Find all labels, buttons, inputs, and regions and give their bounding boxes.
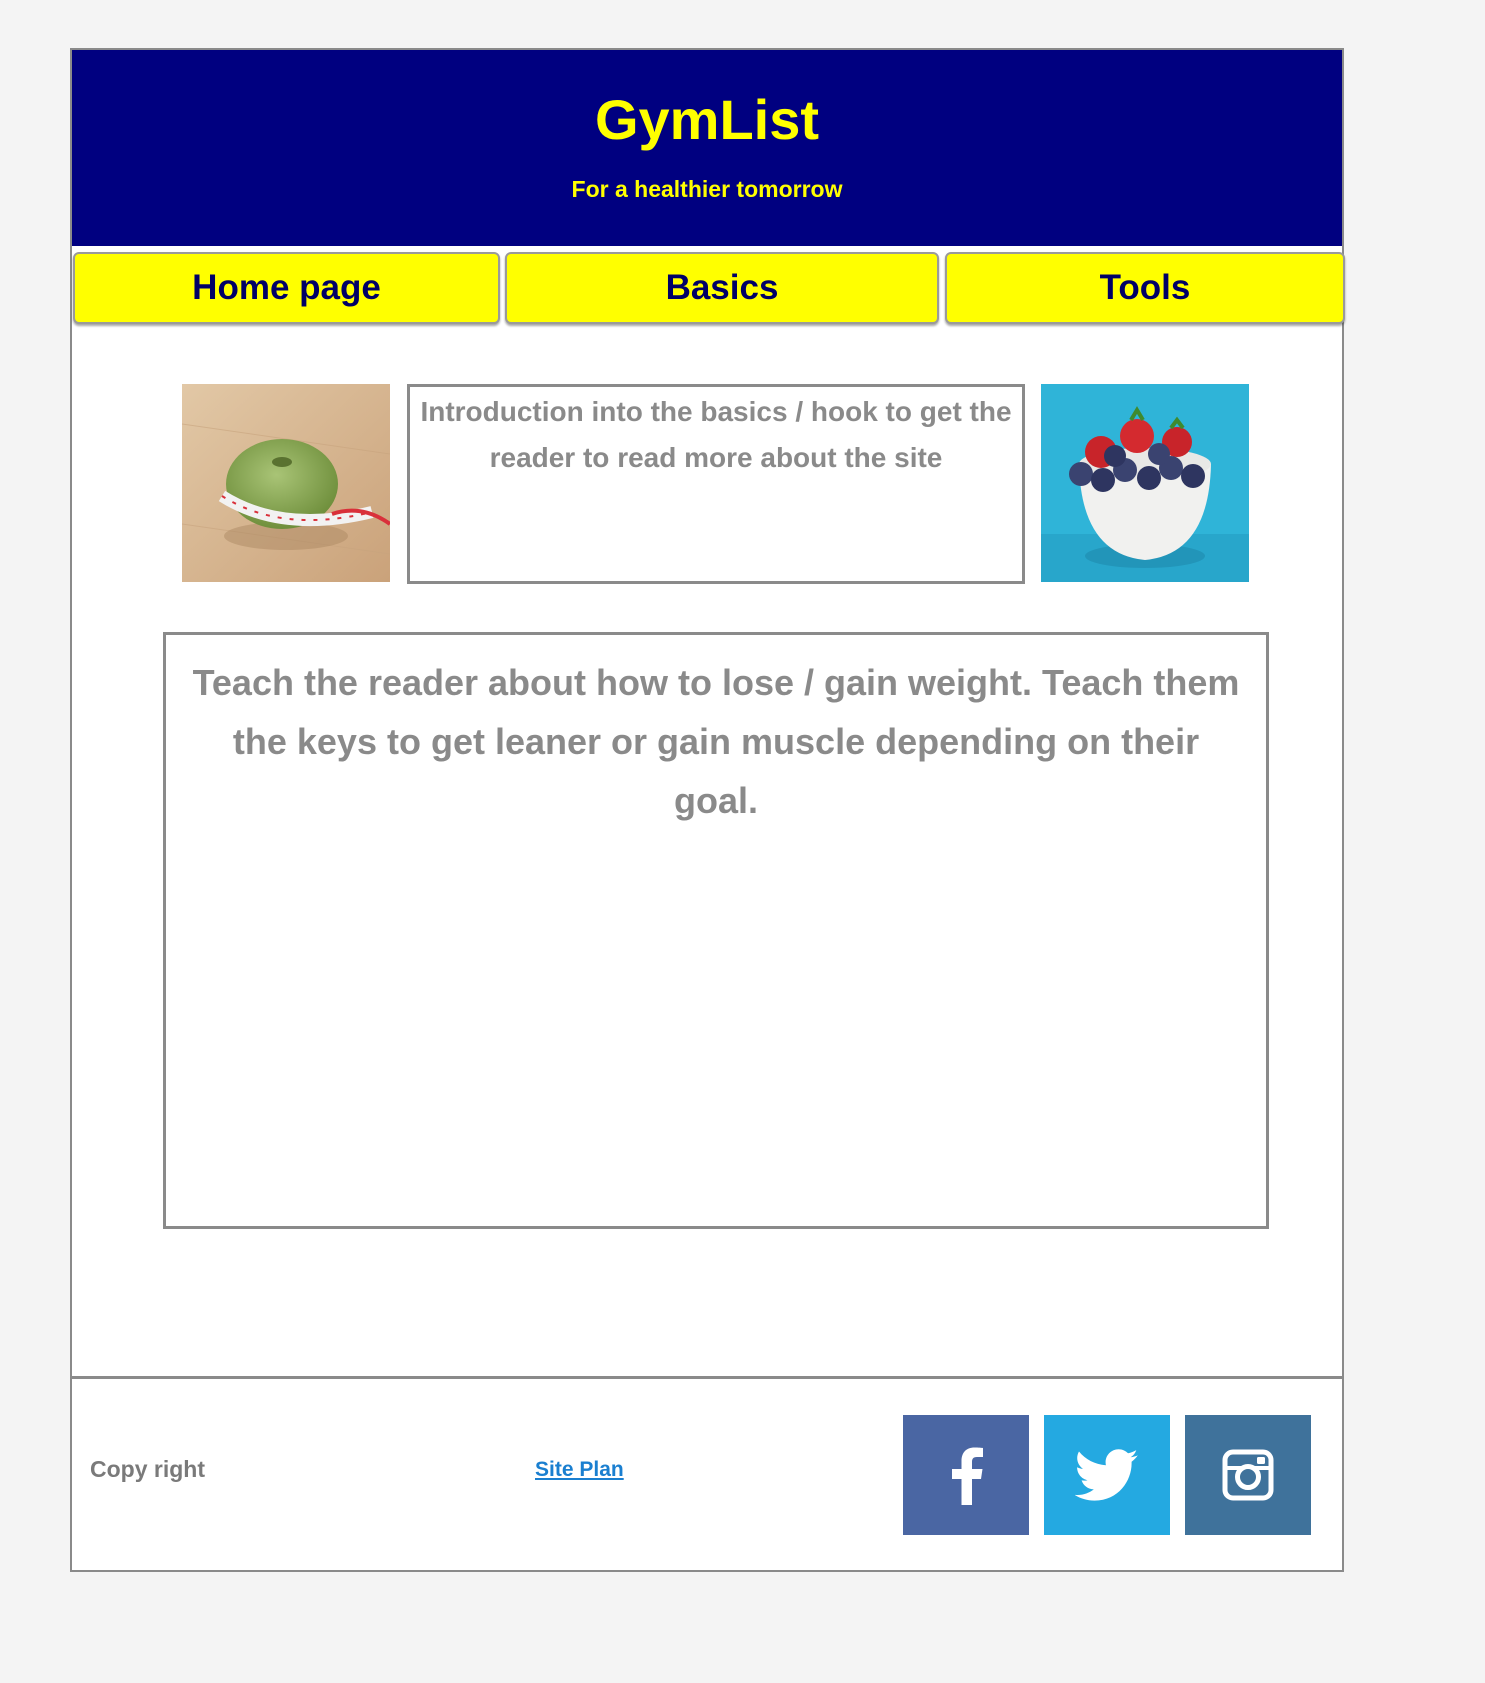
site-tagline: For a healthier tomorrow xyxy=(571,176,843,202)
berries-bowl-image xyxy=(1041,384,1249,582)
instagram-button[interactable] xyxy=(1185,1415,1311,1535)
site-header: GymList For a healthier tomorrow xyxy=(72,50,1342,246)
main-content-box: Teach the reader about how to lose / gai… xyxy=(163,632,1269,1229)
intro-box: Introduction into the basics / hook to g… xyxy=(407,384,1025,584)
site-footer: Copy right Site Plan xyxy=(72,1376,1342,1570)
nav-tools-button[interactable]: Tools xyxy=(945,252,1345,324)
copyright-text: Copy right xyxy=(90,1456,205,1482)
twitter-button[interactable] xyxy=(1044,1415,1170,1535)
instagram-icon xyxy=(1222,1449,1274,1501)
nav-home-page-button[interactable]: Home page xyxy=(73,252,500,324)
nav-basics-button[interactable]: Basics xyxy=(505,252,939,324)
facebook-icon xyxy=(952,1447,983,1505)
site-plan-link[interactable]: Site Plan xyxy=(535,1459,624,1480)
site-title: GymList xyxy=(594,88,820,151)
apple-measuring-tape-image xyxy=(182,384,390,582)
page-container: GymList For a healthier tomorrow Home pa… xyxy=(70,48,1345,1572)
twitter-icon xyxy=(1075,1449,1138,1501)
facebook-button[interactable] xyxy=(903,1415,1029,1535)
